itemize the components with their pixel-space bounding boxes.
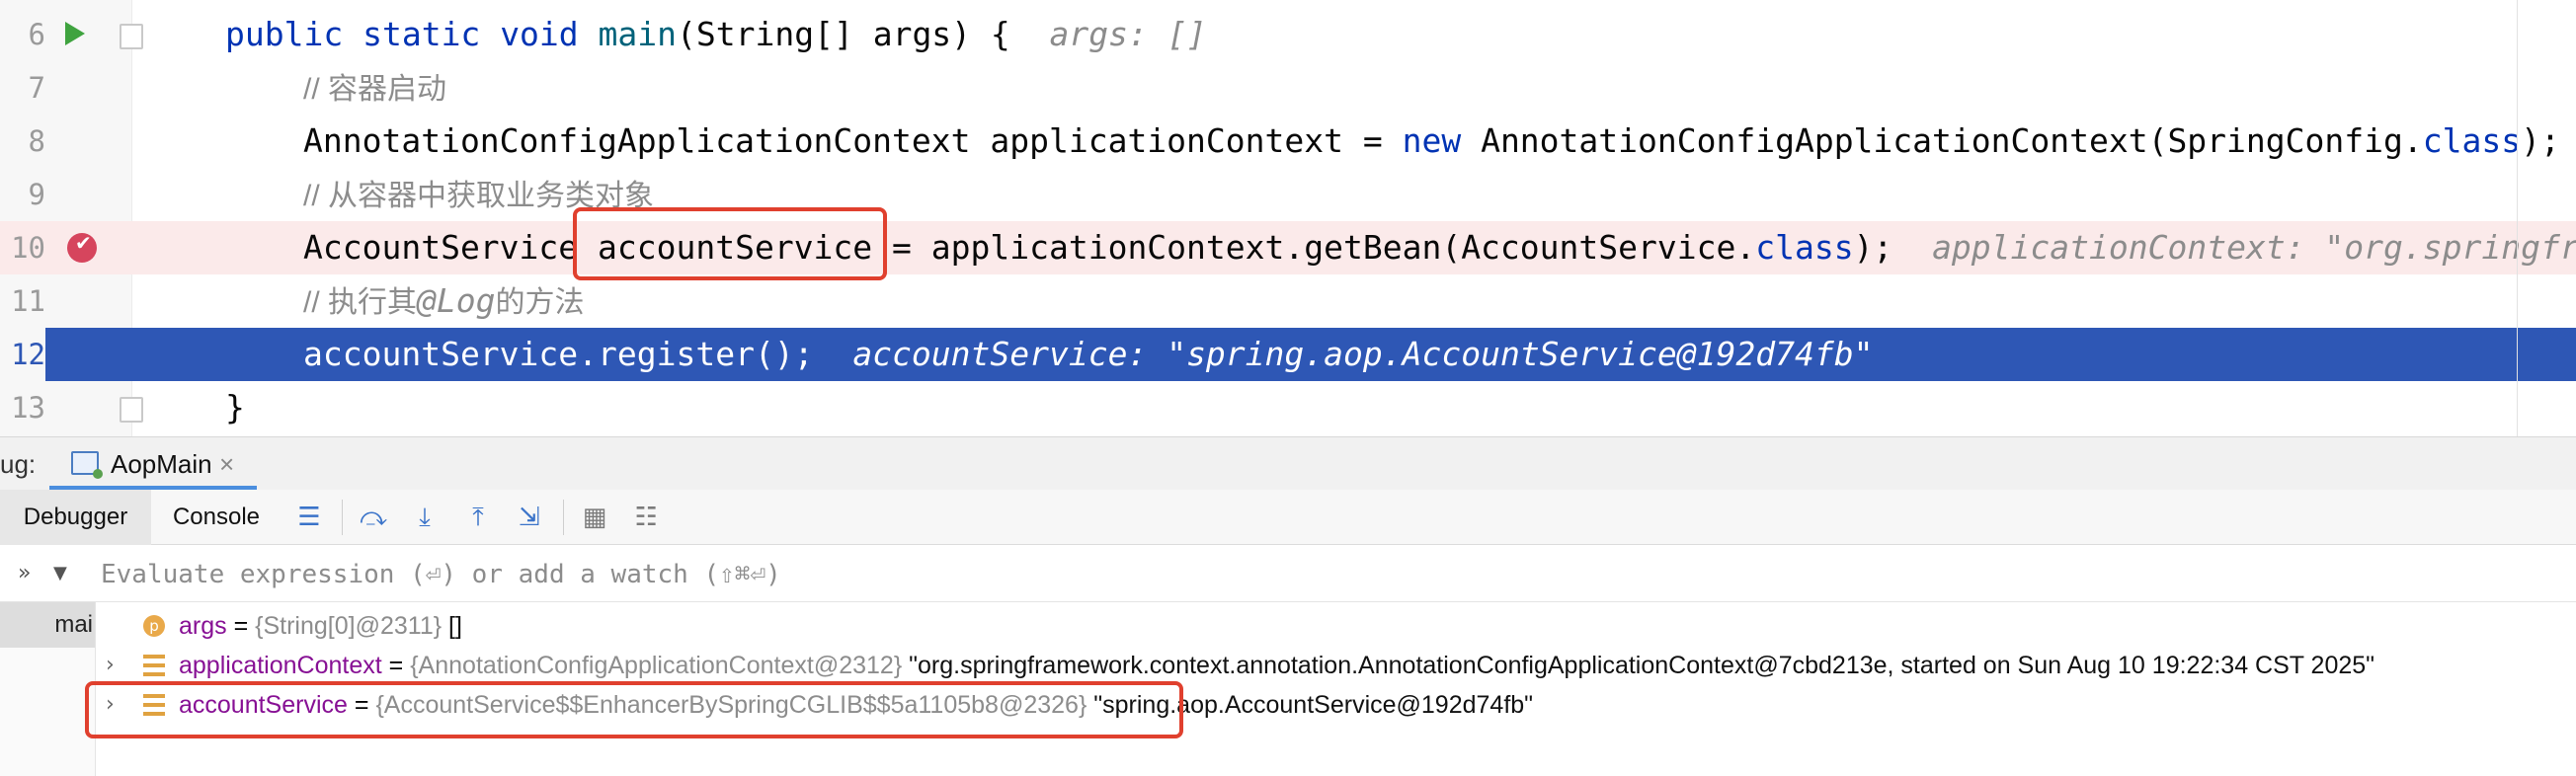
code-text: AnnotationConfigApplicationContext appli… <box>225 115 2560 168</box>
code-line-11[interactable]: 11 // 执行其@Log的方法 <box>0 274 2576 328</box>
code-line-10[interactable]: 10 AccountService accountService = appli… <box>0 221 2576 274</box>
step-out-icon[interactable]: ⤒ <box>460 500 496 535</box>
run-gutter-icon[interactable] <box>65 22 85 45</box>
keyword: public <box>225 15 344 53</box>
step-over-icon[interactable]: ⤼ <box>356 500 391 535</box>
close-icon[interactable]: × <box>219 437 234 491</box>
code-line-7[interactable]: 7 // 容器启动 <box>0 61 2576 115</box>
code-segment: AnnotationConfigApplicationContext(Sprin… <box>1461 121 2423 160</box>
code-segment: ); <box>2521 121 2560 160</box>
run-to-cursor-icon[interactable]: ⇲ <box>512 500 547 535</box>
inline-debug-value: args: [] <box>1049 15 1207 53</box>
equals-sign: = <box>226 612 256 640</box>
toolbar-separator <box>563 500 564 535</box>
variable-type: {AnnotationConfigApplicationContext@2312… <box>410 652 903 679</box>
line-number: 12 <box>0 328 45 381</box>
field-icon <box>143 655 165 676</box>
code-line-9[interactable]: 9 // 从容器中获取业务类对象 <box>0 168 2576 221</box>
debugger-toolbar: Debugger Console ☰ ⤼ ⤓ ⤒ ⇲ ▦ ☷ <box>0 490 2576 545</box>
equals-sign: = <box>381 652 411 679</box>
frame-label: mai <box>54 611 93 638</box>
evaluate-expression-icon[interactable]: ▦ <box>577 500 612 535</box>
chevron-right-icon[interactable]: › <box>106 646 115 685</box>
frames-panel: mai <box>0 602 96 776</box>
line-number: 11 <box>11 284 45 318</box>
debug-label: ug: <box>0 449 37 479</box>
watch-expression-row: » ▼ <box>0 545 2576 602</box>
code-line-6[interactable]: 6 public static void main(String[] args)… <box>0 8 2576 61</box>
highlight-box-account-service-row <box>85 681 1183 738</box>
keyword: new <box>1402 121 1462 160</box>
code-text: // 容器启动 <box>225 61 446 116</box>
trace-current-stream-icon[interactable]: ☷ <box>628 500 664 535</box>
line-number: 6 <box>28 18 45 51</box>
code-text: // 执行其@Log的方法 <box>225 274 585 330</box>
code-segment: AccountService accountService = applicat… <box>303 228 1756 267</box>
code-line-8[interactable]: 8 AnnotationConfigApplicationContext app… <box>0 115 2576 168</box>
session-tab-label: AopMain <box>111 449 212 479</box>
debug-session-tab[interactable]: AopMain × <box>49 437 257 491</box>
code-text: } <box>225 381 245 434</box>
tab-console[interactable]: Console <box>151 490 282 545</box>
code-segment: } <box>225 388 245 427</box>
code-text: public static void main(String[] args) {… <box>225 8 1207 61</box>
variable-text: applicationContext = {AnnotationConfigAp… <box>179 646 2375 685</box>
application-run-icon <box>71 451 103 479</box>
code-line-13[interactable]: 13 } <box>0 381 2576 434</box>
fold-marker-icon[interactable] <box>120 397 143 423</box>
line-number: 13 <box>11 391 45 425</box>
collapse-frames-icon[interactable]: » <box>18 545 31 602</box>
line-number: 7 <box>28 71 45 105</box>
method-name: main <box>598 15 678 53</box>
code-comment: @Log <box>417 281 496 320</box>
step-into-icon[interactable]: ⤓ <box>407 500 443 535</box>
variable-value: [] <box>442 612 462 640</box>
code-line-12-current[interactable]: 12 accountService.register(); accountSer… <box>0 328 2576 381</box>
code-segment: (String[] args) { <box>677 15 1010 53</box>
keyword: static <box>362 15 481 53</box>
variable-text: args = {String[0]@2311} [] <box>179 606 462 646</box>
line-number: 10 <box>11 231 45 265</box>
code-segment: accountService.register(); <box>303 335 814 373</box>
keyword: void <box>500 15 579 53</box>
evaluate-expression-input[interactable] <box>99 553 2473 596</box>
parameter-icon: p <box>143 615 165 637</box>
code-comment: 的方法 <box>495 286 585 319</box>
breakpoint-icon[interactable] <box>67 231 97 263</box>
variable-row-args[interactable]: p args = {String[0]@2311} [] <box>96 606 2576 646</box>
selected-frame[interactable]: mai <box>0 602 95 648</box>
code-text: accountService.register(); accountServic… <box>225 328 1873 381</box>
variable-name: applicationContext <box>179 652 382 679</box>
code-segment: AnnotationConfigApplicationContext appli… <box>303 121 1403 160</box>
variable-name: args <box>179 612 227 640</box>
code-segment: ); <box>1853 228 1893 267</box>
code-editor[interactable]: 6 public static void main(String[] args)… <box>0 0 2576 436</box>
layout-menu-icon[interactable]: ☰ <box>291 500 327 535</box>
inline-debug-value: applicationContext: "org.springframework <box>1932 228 2576 267</box>
variable-row-application-context[interactable]: › applicationContext = {AnnotationConfig… <box>96 646 2576 685</box>
code-comment: // 容器启动 <box>303 73 447 106</box>
inline-debug-value: accountService: "spring.aop.AccountServi… <box>852 335 1874 373</box>
line-number: 9 <box>28 178 45 211</box>
chevron-down-icon[interactable]: ▼ <box>53 545 67 602</box>
tab-debugger[interactable]: Debugger <box>0 490 151 545</box>
highlight-box-account-service-variable <box>573 207 887 280</box>
keyword: class <box>1755 228 1854 267</box>
debug-tool-window-header: ug: AopMain × <box>0 436 2576 491</box>
keyword: class <box>2422 121 2522 160</box>
variable-value: "org.springframework.context.annotation.… <box>902 652 2375 679</box>
line-number: 8 <box>28 124 45 158</box>
toolbar-separator <box>342 500 343 535</box>
fold-marker-icon[interactable] <box>120 24 143 49</box>
code-comment: // 执行其 <box>303 286 418 319</box>
variable-type: {String[0]@2311} <box>255 612 443 640</box>
right-margin-guide <box>2517 0 2518 436</box>
